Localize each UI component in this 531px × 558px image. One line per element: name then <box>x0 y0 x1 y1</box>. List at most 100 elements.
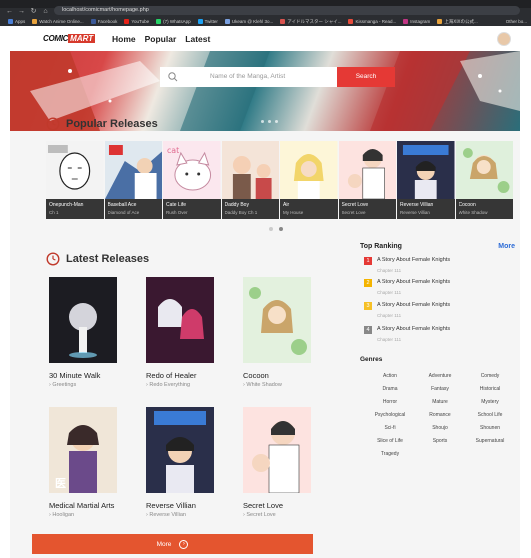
bookmark-item[interactable]: 上海ⅩⅨの公式... <box>437 19 478 25</box>
arrow-right-icon: › <box>179 539 189 549</box>
rank-title: A Story About Female Knights <box>377 279 451 285</box>
browser-chrome: ← → ↻ ⌂ localhost/comicmart/homepage.php… <box>0 0 531 26</box>
card-title: Medical Martial Arts <box>49 501 115 510</box>
reload-icon[interactable]: ↻ <box>30 7 37 15</box>
bookmark-item[interactable]: Instagram <box>403 19 430 24</box>
card-title: 30 Minute Walk <box>49 371 101 380</box>
search-input[interactable]: Name of the Manga, Artist <box>160 67 337 87</box>
nav-popular[interactable]: Popular <box>145 34 177 44</box>
banner-dot[interactable] <box>275 120 278 123</box>
genre-link[interactable]: Shounen <box>465 424 515 433</box>
genre-link[interactable]: Sports <box>415 437 465 446</box>
popular-card[interactable]: Cocoon White Shadow <box>455 141 513 219</box>
popular-card[interactable]: Onepunch-Man Ch 1 <box>46 141 104 219</box>
pager-dot-active[interactable] <box>279 227 283 231</box>
latest-card[interactable]: Reverse Villian › Reverse Villian <box>146 407 216 518</box>
card-chapter: Ch 1 <box>49 210 59 215</box>
other-bookmarks[interactable]: Other bo... <box>506 19 531 24</box>
address-bar[interactable]: localhost/comicmart/homepage.php <box>54 6 520 15</box>
genre-link[interactable]: Fantasy <box>415 385 465 394</box>
bookmark-item[interactable]: Twitter <box>197 19 218 24</box>
card-chapter: Reverse Villian <box>400 210 430 215</box>
popular-card[interactable]: cat Cate Life Rush Over <box>163 141 221 219</box>
genre-link[interactable]: School Life <box>465 411 515 420</box>
genre-link[interactable]: Supernatural <box>465 437 515 446</box>
latest-card[interactable]: 医 Medical Martial Arts › Hooligan <box>49 407 119 518</box>
cover-image: 医 <box>49 407 117 493</box>
genre-link[interactable]: Adventure <box>415 372 465 381</box>
card-chapter: Rush Over <box>166 210 188 215</box>
card-caption: Daddy Boy Daddy Boy Ch 1 <box>221 199 279 219</box>
popular-card[interactable]: Secret Love Secret Love <box>338 141 396 219</box>
nav-home[interactable]: Home <box>112 34 136 44</box>
avatar[interactable] <box>497 32 511 46</box>
card-chapter: Daddy Boy Ch 1 <box>224 210 258 215</box>
search-icon <box>168 72 178 82</box>
popular-card[interactable]: Baseball Ace Diamond of Ace <box>104 141 162 219</box>
bookmark-item[interactable]: (7) WhatsApp <box>156 19 191 24</box>
latest-card[interactable]: Redo of Healer › Redo Everything <box>146 277 216 388</box>
card-caption: Secret Love Secret Love <box>338 199 396 219</box>
genre-link[interactable]: Comedy <box>465 372 515 381</box>
card-caption: Reverse Villian Reverse Villian <box>397 199 455 219</box>
card-title: Cocoon <box>458 202 476 208</box>
genre-link[interactable]: Historical <box>465 385 515 394</box>
svg-text:cat: cat <box>167 146 179 155</box>
more-button-label: More <box>156 540 172 548</box>
genre-link[interactable]: Shoujo <box>415 424 465 433</box>
ranking-more-link[interactable]: More <box>498 243 515 250</box>
forward-icon[interactable]: → <box>18 8 25 15</box>
genre-link[interactable]: Mature <box>415 398 465 407</box>
genre-link[interactable]: Tragedy <box>365 450 415 459</box>
bookmark-item[interactable]: Apps <box>8 19 25 24</box>
card-title: Cate Life <box>166 202 187 208</box>
genre-link[interactable]: Drama <box>365 385 415 394</box>
bookmark-item[interactable]: Watch Anime Online... <box>32 19 84 24</box>
genre-link[interactable]: Romance <box>415 411 465 420</box>
logo[interactable]: COMIC MART <box>43 32 96 45</box>
card-caption: Cate Life Rush Over <box>163 199 221 219</box>
nav-latest[interactable]: Latest <box>185 34 210 44</box>
banner-dot[interactable] <box>261 120 264 123</box>
bookmark-item[interactable]: アイドルマスター シャイ... <box>280 19 341 25</box>
back-icon[interactable]: ← <box>6 8 13 15</box>
latest-card[interactable]: Secret Love › Secret Love <box>243 407 313 518</box>
genre-link[interactable]: Mystery <box>465 398 515 407</box>
genre-link[interactable]: Psychological <box>365 411 415 420</box>
cover-image <box>243 277 311 363</box>
latest-card[interactable]: Cocoon › White Shadow <box>243 277 313 388</box>
card-subtitle: › Secret Love <box>243 512 276 518</box>
card-subtitle: › Redo Everything <box>146 382 191 388</box>
genre-link[interactable]: Sci-fi <box>365 424 415 433</box>
genre-link[interactable]: Slice of Life <box>365 437 415 446</box>
bookmark-item[interactable]: Ukeam @ Klehl 3o... <box>224 19 273 24</box>
genre-link[interactable]: Action <box>365 372 415 381</box>
section-title: Popular Releases <box>66 118 158 130</box>
popular-card[interactable]: Reverse Villian Reverse Villian <box>397 141 455 219</box>
popular-card[interactable]: Daddy Boy Daddy Boy Ch 1 <box>221 141 279 219</box>
home-icon[interactable]: ⌂ <box>42 8 49 15</box>
rank-chapter: Chapter 111 <box>377 290 402 295</box>
cover-image <box>49 277 117 363</box>
search-button[interactable]: Search <box>337 67 395 87</box>
genre-link[interactable]: Horror <box>365 398 415 407</box>
more-button[interactable]: More › <box>32 534 313 554</box>
genres-title: Genres <box>360 356 383 363</box>
clock-icon <box>46 252 60 266</box>
bookmark-item[interactable]: YouTube <box>124 19 149 24</box>
genres-grid: Action Adventure Comedy Drama Fantasy Hi… <box>365 372 515 459</box>
cover-image <box>338 141 396 199</box>
card-caption: Baseball Ace Diamond of Ace <box>104 199 162 219</box>
banner-dot[interactable] <box>268 120 271 123</box>
card-subtitle: › Hooligan <box>49 512 75 518</box>
bookmark-item[interactable]: Facebook <box>90 19 117 24</box>
card-chapter: My House <box>283 210 304 215</box>
cover-image <box>280 141 338 199</box>
pager-dot[interactable] <box>269 227 273 231</box>
card-caption: Air My House <box>280 199 338 219</box>
popular-card[interactable]: Air My House <box>280 141 338 219</box>
bookmark-item[interactable]: Kissmanga - Read... <box>348 19 396 24</box>
card-subtitle: › Greetings <box>49 382 77 388</box>
latest-card[interactable]: 30 Minute Walk › Greetings <box>49 277 119 388</box>
rank-chapter: Chapter 111 <box>377 337 402 342</box>
